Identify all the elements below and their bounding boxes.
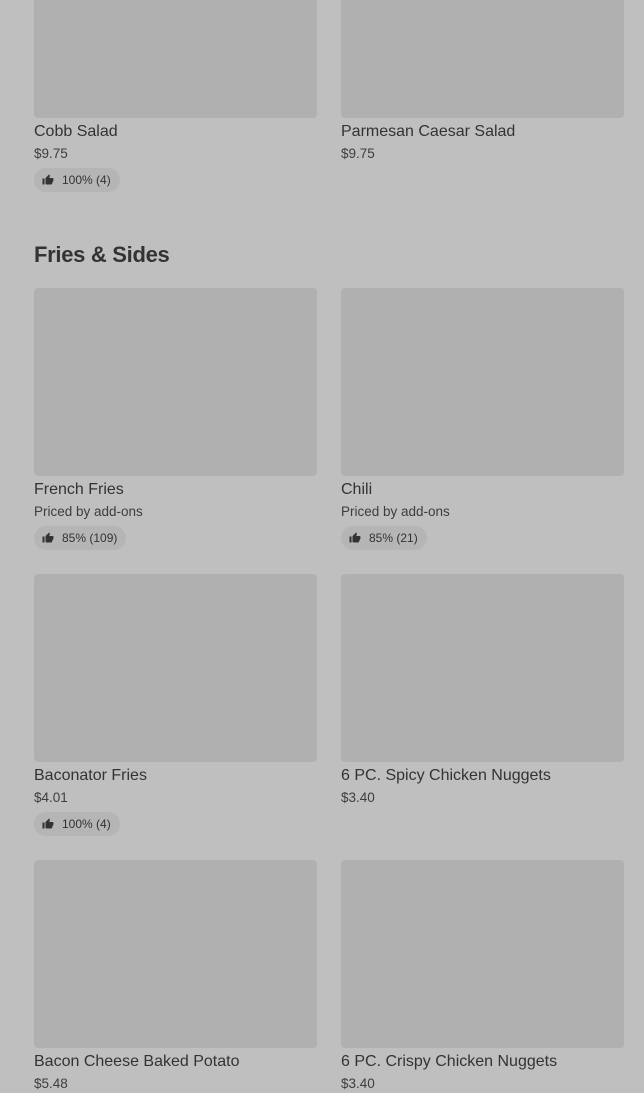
item-price: $9.75	[341, 146, 375, 161]
item-image	[341, 0, 624, 118]
item-name: Bacon Cheese Baked Potato	[34, 1053, 240, 1070]
menu-item-card[interactable]: 6 PC. Spicy Chicken Nuggets $3.40	[341, 574, 624, 807]
item-image	[34, 0, 317, 118]
item-name: French Fries	[34, 481, 124, 498]
item-image	[341, 574, 624, 762]
item-price: Priced by add-ons	[34, 504, 143, 519]
thumbs-up-icon	[42, 818, 54, 830]
item-image	[34, 288, 317, 476]
rating-text: 100% (4)	[62, 817, 111, 831]
rating-badge: 100% (4)	[34, 812, 120, 836]
menu-item-card[interactable]: Parmesan Caesar Salad $9.75	[341, 0, 624, 163]
item-name: Baconator Fries	[34, 767, 147, 784]
item-price: $5.48	[34, 1076, 68, 1091]
rating-text: 85% (21)	[369, 531, 418, 545]
item-image	[34, 860, 317, 1048]
item-price: $9.75	[34, 146, 68, 161]
item-price: $3.40	[341, 790, 375, 805]
thumbs-up-icon	[42, 174, 54, 186]
rating-badge: 85% (21)	[341, 526, 427, 550]
menu-item-card[interactable]: Cobb Salad $9.75 100% (4)	[34, 0, 317, 192]
item-image	[341, 288, 624, 476]
item-price: $3.40	[341, 1076, 375, 1091]
menu-item-card[interactable]: Chili Priced by add-ons 85% (21)	[341, 288, 624, 550]
item-name: Parmesan Caesar Salad	[341, 123, 516, 140]
rating-badge: 100% (4)	[34, 168, 120, 192]
item-image	[341, 860, 624, 1048]
item-name: Cobb Salad	[34, 123, 118, 140]
item-price: Priced by add-ons	[341, 504, 450, 519]
thumbs-up-icon	[42, 532, 54, 544]
thumbs-up-icon	[349, 532, 361, 544]
item-name: 6 PC. Crispy Chicken Nuggets	[341, 1053, 558, 1070]
item-name: 6 PC. Spicy Chicken Nuggets	[341, 767, 551, 784]
menu-item-card[interactable]: Baconator Fries $4.01 100% (4)	[34, 574, 317, 836]
item-price: $4.01	[34, 790, 68, 805]
rating-badge: 85% (109)	[34, 526, 127, 550]
menu-item-card[interactable]: French Fries Priced by add-ons 85% (109)	[34, 288, 317, 550]
section-title: Fries & Sides	[34, 242, 170, 267]
item-name: Chili	[341, 481, 373, 498]
item-image	[34, 574, 317, 762]
rating-text: 100% (4)	[62, 173, 111, 187]
rating-text: 85% (109)	[62, 531, 118, 545]
menu-item-card[interactable]: Bacon Cheese Baked Potato $5.48	[34, 860, 317, 1093]
menu-item-card[interactable]: 6 PC. Crispy Chicken Nuggets $3.40	[341, 860, 624, 1093]
